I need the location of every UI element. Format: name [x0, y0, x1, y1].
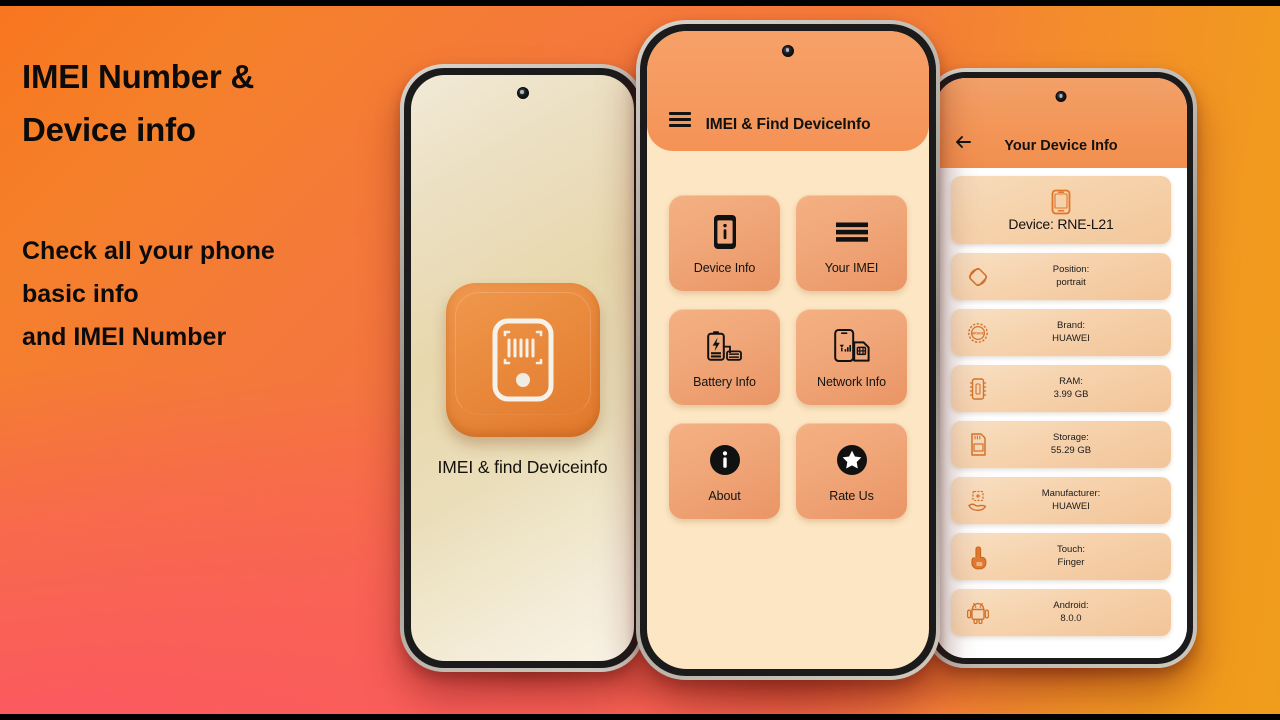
phone-mockup-left: IMEI & find Deviceinfo: [400, 64, 645, 672]
info-value: 3.99 GB: [1053, 388, 1089, 400]
info-row-position[interactable]: Position: portrait: [951, 253, 1171, 300]
device-model-card[interactable]: Device: RNE-L21: [951, 176, 1171, 244]
launcher-area: IMEI & find Deviceinfo: [411, 283, 634, 478]
info-key: Brand:: [1057, 320, 1085, 332]
front-camera-icon: [1055, 91, 1067, 102]
touch-finger-icon: [959, 540, 997, 574]
arrow-left-icon[interactable]: [953, 132, 973, 152]
marketing-copy: IMEI Number & Device info Check all your…: [22, 50, 414, 360]
menu-tile-rate-us[interactable]: Rate Us: [796, 423, 907, 519]
info-circle-icon: [708, 439, 742, 481]
menu-tile-label: Network Info: [817, 375, 886, 389]
app-icon-tile[interactable]: [445, 283, 600, 437]
star-circle-icon: [835, 439, 869, 481]
android-robot-icon: [959, 596, 997, 630]
app-icon-label: IMEI & find Deviceinfo: [437, 457, 608, 477]
front-camera-icon: [516, 87, 529, 99]
hamburger-menu-icon[interactable]: [669, 112, 691, 127]
phone-signal-sim-icon: [832, 325, 872, 367]
hand-factory-icon: [959, 484, 997, 518]
info-row-ram[interactable]: RAM: 3.99 GB: [951, 365, 1171, 412]
smartphone-outline-icon: [1051, 189, 1071, 215]
page-title: IMEI Number & Device info: [22, 58, 255, 149]
info-key: Storage:: [1053, 432, 1089, 444]
rotate-orientation-icon: [959, 260, 997, 294]
sd-card-icon: [959, 428, 997, 462]
phone-barcode-icon: [492, 318, 553, 402]
page-subtitle: Check all your phone basic info and IMEI…: [22, 236, 275, 352]
info-row-brand[interactable]: BRAND Brand: HUAWEI: [951, 309, 1171, 356]
front-camera-icon: [782, 45, 794, 57]
info-value: 55.29 GB: [1050, 444, 1092, 456]
device-model-text: Device: RNE-L21: [1008, 215, 1114, 232]
info-value: 8.0.0: [1060, 612, 1082, 624]
menu-tile-device-info[interactable]: Device Info: [669, 195, 780, 291]
phone-bezel: IMEI & Find DeviceInfo Device Info Your …: [640, 24, 936, 676]
menu-tile-label: About: [708, 489, 741, 503]
promo-canvas: IMEI Number & Device info Check all your…: [0, 6, 1280, 714]
menu-tile-label: Battery Info: [693, 375, 756, 389]
info-value: portrait: [1056, 276, 1086, 288]
device-info-list: Device: RNE-L21 Position: portrait BRAND…: [935, 168, 1187, 658]
phone-info-icon: [712, 211, 738, 253]
menu-tile-label: Device Info: [693, 261, 756, 275]
info-key: Manufacturer:: [1041, 488, 1101, 500]
info-row-manufacturer[interactable]: Manufacturer: HUAWEI: [951, 477, 1171, 524]
info-key: Position:: [1052, 264, 1090, 276]
menu-tile-battery-info[interactable]: Battery Info: [669, 309, 780, 405]
memory-chip-icon: [959, 372, 997, 406]
phone-screen-home: IMEI & find Deviceinfo: [411, 75, 634, 661]
info-key: Android:: [1053, 600, 1089, 612]
brand-badge-icon: BRAND: [959, 316, 997, 350]
info-value: HUAWEI: [1052, 500, 1090, 512]
phone-mockup-center: IMEI & Find DeviceInfo Device Info Your …: [636, 20, 940, 680]
phone-screen-main-menu: IMEI & Find DeviceInfo Device Info Your …: [647, 31, 929, 669]
info-value: Finger: [1057, 556, 1085, 568]
info-value: HUAWEI: [1052, 332, 1090, 344]
menu-grid: Device Info Your IMEI Battery Info Netwo…: [647, 151, 929, 519]
battery-charging-icon: [704, 325, 746, 367]
menu-tile-label: Rate Us: [829, 489, 874, 503]
info-key: RAM:: [1059, 376, 1083, 388]
menu-tile-your-imei[interactable]: Your IMEI: [796, 195, 907, 291]
info-key: Touch:: [1057, 544, 1085, 556]
svg-text:BRAND: BRAND: [972, 331, 985, 335]
menu-tile-label: Your IMEI: [824, 261, 879, 275]
phone-bezel: Your Device Info Device: RNE-L21 Positio…: [929, 72, 1193, 664]
barcode-lines-icon: [835, 211, 869, 253]
info-row-storage[interactable]: Storage: 55.29 GB: [951, 421, 1171, 468]
phone-mockup-right: Your Device Info Device: RNE-L21 Positio…: [925, 68, 1197, 668]
phone-bezel: IMEI & find Deviceinfo: [404, 68, 641, 668]
phone-screen-device-info: Your Device Info Device: RNE-L21 Positio…: [935, 78, 1187, 658]
menu-tile-network-info[interactable]: Network Info: [796, 309, 907, 405]
info-row-touch[interactable]: Touch: Finger: [951, 533, 1171, 580]
info-row-android[interactable]: Android: 8.0.0: [951, 589, 1171, 636]
menu-tile-about[interactable]: About: [669, 423, 780, 519]
